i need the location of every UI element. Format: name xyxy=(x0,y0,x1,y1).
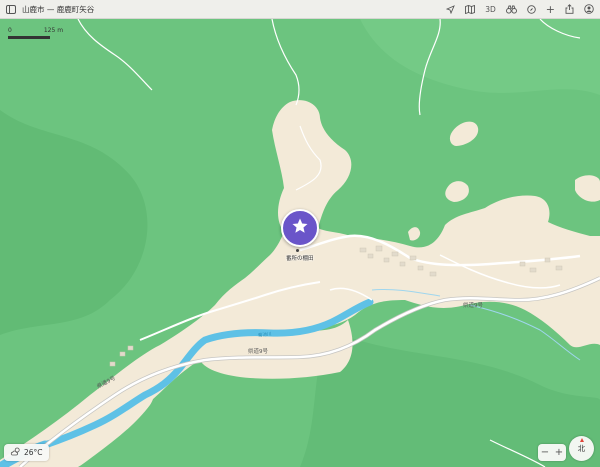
scale-start: 0 xyxy=(8,27,12,34)
sidebar-icon[interactable] xyxy=(6,2,16,16)
person-icon[interactable] xyxy=(584,2,594,16)
place-pin[interactable] xyxy=(281,209,319,247)
weather-widget[interactable]: 26°C xyxy=(4,444,49,461)
temperature-value: 26°C xyxy=(24,448,43,457)
road-label: 県道9号 xyxy=(463,303,483,309)
compass-needle-icon xyxy=(580,438,584,442)
window-title: 山鹿市 — 鹿鹿町矢谷 xyxy=(22,4,95,14)
location-arrow-icon[interactable] xyxy=(446,2,456,16)
road-label: 県道9号 xyxy=(248,349,268,355)
3d-button[interactable]: 3D xyxy=(485,2,496,16)
cloud-sun-icon xyxy=(10,447,21,458)
compass-label: 北 xyxy=(577,444,586,453)
scale-line xyxy=(8,36,50,39)
pin-location-dot xyxy=(296,249,299,252)
scale-end: 125 m xyxy=(43,27,64,34)
place-label[interactable]: 番所の棚田 xyxy=(286,254,314,262)
title-bar: 山鹿市 — 鹿鹿町矢谷 3D + xyxy=(0,0,600,19)
star-icon xyxy=(291,217,309,239)
compass-button[interactable]: 北 xyxy=(569,436,594,461)
zoom-out-button[interactable]: − xyxy=(541,447,549,458)
binoculars-icon[interactable] xyxy=(505,2,517,16)
share-icon[interactable] xyxy=(565,2,574,16)
zoom-control: − + xyxy=(538,444,566,461)
guides-icon[interactable] xyxy=(527,2,536,16)
add-button[interactable]: + xyxy=(546,2,555,16)
scale-bar: 0 125 m xyxy=(8,27,63,39)
map-icon[interactable] xyxy=(465,2,476,16)
zoom-in-button[interactable]: + xyxy=(555,447,563,458)
